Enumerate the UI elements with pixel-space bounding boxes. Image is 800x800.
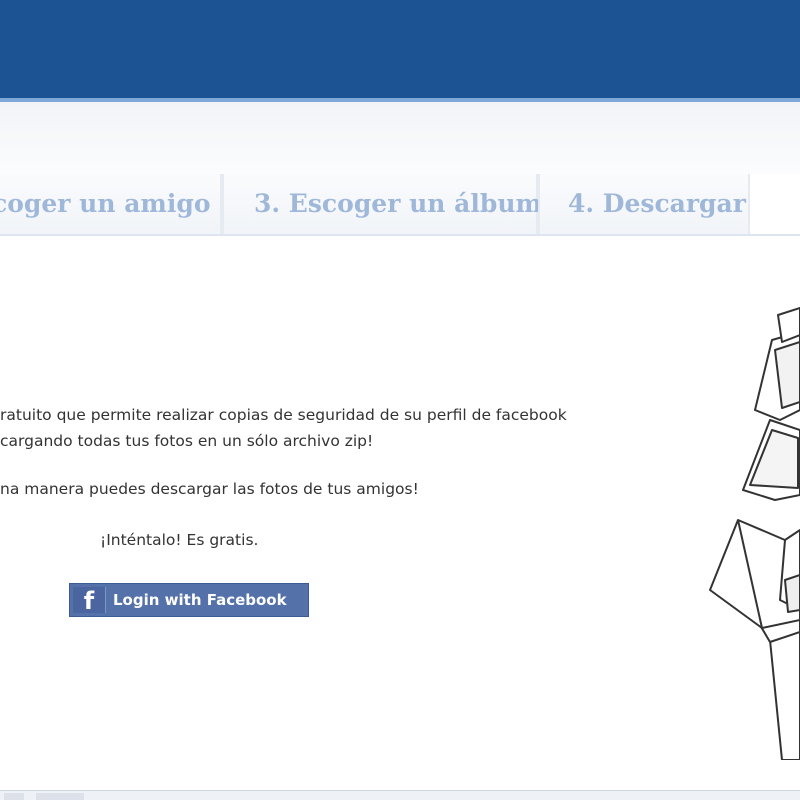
page: coger un amigo 3. Escoger un álbum 4. De… [0,0,800,800]
top-banner [0,0,800,98]
main-content: ratuito que permite realizar copias de s… [0,236,800,790]
try-it-free-text: ¡Inténtalo! Es gratis. [100,531,259,549]
description-line-2: cargando todas tus fotos en un sólo arch… [0,432,374,450]
header-band [0,102,800,174]
bottom-tab-2 [36,793,84,800]
bottom-bar [0,790,800,800]
description-line-1: ratuito que permite realizar copias de s… [0,406,567,424]
login-with-facebook-button[interactable]: f Login with Facebook [69,583,309,617]
step-tab-choose-friend[interactable]: coger un amigo [0,174,222,234]
login-button-label: Login with Facebook [113,591,287,609]
step-tab-download[interactable]: 4. Descargar [538,174,750,234]
bottom-tab-1 [4,793,24,800]
step-tab-choose-album[interactable]: 3. Escoger un álbum [222,174,542,234]
description-line-3: na manera puedes descargar las fotos de … [0,480,419,498]
steps-bar: coger un amigo 3. Escoger un álbum 4. De… [0,174,800,236]
facebook-f-icon: f [73,587,106,615]
photo-stack-illustration [709,307,800,760]
